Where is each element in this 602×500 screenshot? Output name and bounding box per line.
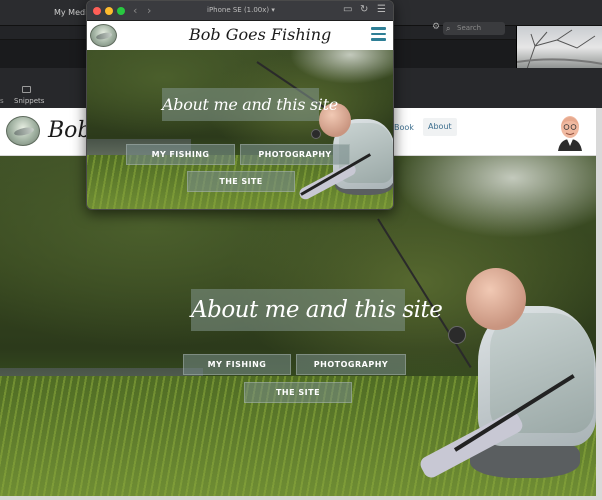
chevron-right-icon[interactable]: › xyxy=(147,4,151,17)
hamburger-menu-icon[interactable] xyxy=(371,27,386,41)
panel-label-fragment: s xyxy=(0,97,4,105)
photography-button[interactable]: PHOTOGRAPHY xyxy=(296,354,406,375)
my-fishing-button[interactable]: MY FISHING xyxy=(183,354,291,375)
author-avatar[interactable] xyxy=(556,113,584,151)
rotate-icon[interactable]: ↻ xyxy=(360,4,368,15)
search-placeholder: Search xyxy=(457,24,482,32)
minimize-window-button[interactable] xyxy=(105,7,113,15)
device-label: iPhone SE (1.00x) xyxy=(207,6,270,14)
site-title-mobile[interactable]: Bob Goes Fishing xyxy=(189,25,331,44)
nav-link-book[interactable]: Book xyxy=(394,123,414,132)
hero-heading: About me and this site xyxy=(191,289,443,331)
close-window-button[interactable] xyxy=(93,7,101,15)
hero-heading-mobile: About me and this site xyxy=(162,88,338,121)
snippets-label[interactable]: Snippets xyxy=(14,97,44,105)
menu-icon[interactable]: ☰ xyxy=(377,4,386,15)
site-logo[interactable] xyxy=(6,116,40,146)
site-logo-mobile[interactable] xyxy=(90,24,117,47)
simulator-window: ‹ › iPhone SE (1.00x) ▾ ▭ ↻ ☰ Bob Goes F… xyxy=(86,0,394,210)
snippets-icon[interactable] xyxy=(22,86,31,93)
photography-button-mobile[interactable]: PHOTOGRAPHY xyxy=(240,144,350,165)
tree-thumbnail-graphic xyxy=(517,29,602,69)
zoom-window-button[interactable] xyxy=(117,7,125,15)
search-icon: ⌕ xyxy=(446,24,451,33)
screen: My Media ⚙ ⌕ Search s Snippets Bob Book … xyxy=(0,0,602,500)
phone-viewport: Bob Goes Fishing About me and this site … xyxy=(87,21,393,209)
mobile-site-header: Bob Goes Fishing xyxy=(87,21,393,50)
screenshot-icon[interactable]: ▭ xyxy=(343,4,352,15)
the-site-button-mobile[interactable]: THE SITE xyxy=(187,171,295,192)
the-site-button[interactable]: THE SITE xyxy=(244,382,352,403)
chevron-left-icon[interactable]: ‹ xyxy=(133,4,137,17)
device-selector[interactable]: iPhone SE (1.00x) ▾ xyxy=(207,6,275,14)
window-edge-bottom xyxy=(0,496,602,500)
window-edge xyxy=(596,108,602,500)
media-thumbnail[interactable] xyxy=(516,26,602,69)
search-input[interactable]: ⌕ Search xyxy=(443,22,505,35)
my-fishing-button-mobile[interactable]: MY FISHING xyxy=(126,144,235,165)
simulator-titlebar: ‹ › iPhone SE (1.00x) ▾ ▭ ↻ ☰ xyxy=(87,1,393,21)
nav-link-about[interactable]: About xyxy=(423,118,457,136)
gear-icon[interactable]: ⚙ xyxy=(432,22,440,32)
